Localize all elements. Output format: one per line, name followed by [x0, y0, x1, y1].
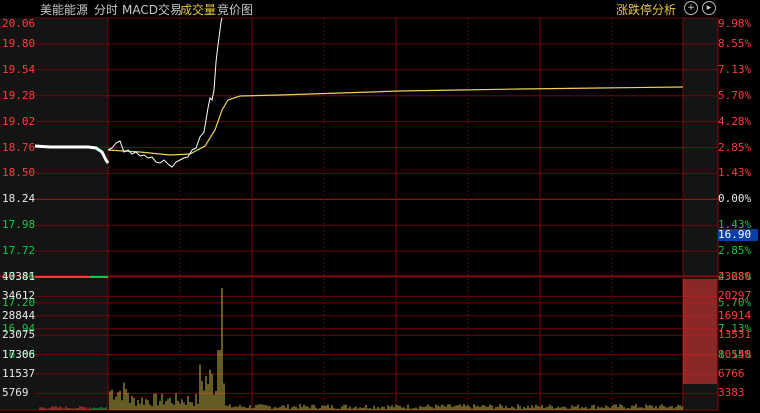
volume-axis-label: 34612 [2, 289, 36, 303]
price-axis-label: 17.98 [2, 218, 36, 232]
volume-bars [35, 276, 683, 410]
percent-axis-label: 7.13% [718, 62, 752, 76]
percent-axis-label: 5.70% [718, 88, 752, 102]
volume-axis-label-right: 3383 [718, 386, 745, 400]
volume-axis-label: 17306 [2, 347, 36, 361]
price-axis-label: 20.06 [2, 17, 36, 30]
current-price-tag: 16.90 [718, 229, 758, 241]
percent-axis-label: 1.43% [718, 166, 752, 180]
volume-axis-label-right: 13531 [718, 328, 752, 342]
volume-axis-label: 40381 [2, 270, 36, 283]
price-axis-label: 19.28 [2, 88, 36, 102]
price-axis-label: 19.80 [2, 36, 36, 50]
percent-axis-label: 4.28% [718, 114, 752, 128]
grid [0, 17, 719, 411]
volume-axis-label-right: 16914 [718, 308, 752, 322]
volume-axis-label: 5769 [2, 386, 29, 400]
volume-axis-label-right: 10148 [718, 347, 752, 361]
volume-axis-label: 28844 [2, 308, 36, 322]
price-axis-label: 19.02 [2, 114, 36, 128]
volume-axis-label: 23075 [2, 328, 36, 342]
volume-axis-label-right: 23680 [718, 270, 752, 283]
percent-axis-label: 0.00% [718, 192, 752, 206]
percent-axis-label: 2.85% [718, 140, 752, 154]
price-axis-label: 17.72 [2, 244, 36, 258]
volume-axis-label-right: 6766 [718, 367, 745, 380]
price-axis-label: 18.24 [2, 192, 36, 206]
price-line [107, 17, 223, 168]
volume-axis-label: 11537 [2, 367, 36, 380]
price-axis-label: 18.50 [2, 166, 36, 180]
percent-axis-label: 8.55% [718, 36, 752, 50]
percent-axis-label: 2.85% [718, 244, 752, 258]
price-axis-label: 18.76 [2, 140, 36, 154]
volume-axis-label-right: 20297 [718, 289, 752, 303]
price-axis-label: 19.54 [2, 62, 36, 76]
intraday-chart[interactable] [0, 0, 760, 413]
percent-axis-label: 9.98% [718, 17, 752, 30]
